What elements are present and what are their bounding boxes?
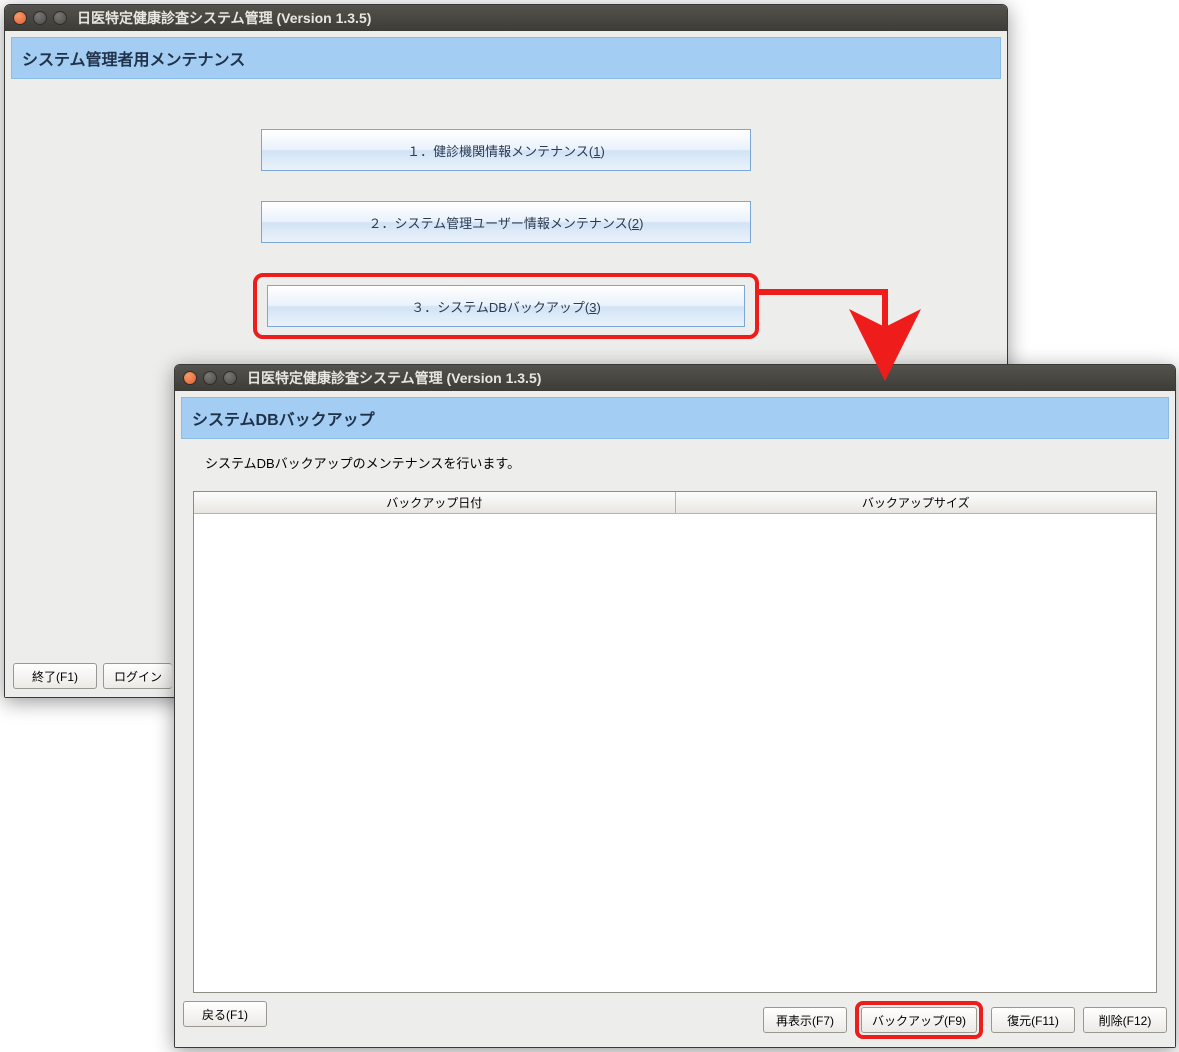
window-title: 日医特定健康診査システム管理 (Version 1.3.5) — [247, 368, 541, 388]
highlight-annotation: バックアップ(F9) — [855, 1001, 983, 1039]
maximize-icon[interactable] — [53, 11, 67, 25]
delete-button[interactable]: 削除(F12) — [1083, 1007, 1167, 1033]
highlight-annotation: ３．システムDBバックアップ(3) — [253, 273, 759, 339]
restore-button[interactable]: 復元(F11) — [991, 1007, 1075, 1033]
window-controls — [183, 371, 237, 385]
menu-button-label: ２．システム管理ユーザー情報メンテナンス(2) — [369, 213, 644, 232]
section-header: システムDBバックアップ — [181, 397, 1169, 439]
label-prefix: ２．システム管理ユーザー情報メンテナンス( — [369, 216, 632, 231]
menu-button-db-backup[interactable]: ３．システムDBバックアップ(3) — [267, 285, 745, 327]
exit-button[interactable]: 終了(F1) — [13, 663, 97, 689]
menu-button-label: １．健診機関情報メンテナンス(1) — [407, 141, 605, 160]
window-db-backup: 日医特定健康診査システム管理 (Version 1.3.5) システムDBバック… — [174, 364, 1176, 1048]
footer-left: 戻る(F1) — [183, 1001, 267, 1039]
label-suffix: ) — [600, 144, 604, 159]
minimize-icon[interactable] — [203, 371, 217, 385]
label-prefix: １．健診機関情報メンテナンス( — [407, 144, 593, 159]
window-body: システムDBバックアップ システムDBバックアップのメンテナンスを行います。 バ… — [175, 391, 1175, 1047]
back-button[interactable]: 戻る(F1) — [183, 1001, 267, 1027]
refresh-button[interactable]: 再表示(F7) — [763, 1007, 847, 1033]
window-title: 日医特定健康診査システム管理 (Version 1.3.5) — [77, 8, 371, 28]
backup-button[interactable]: バックアップ(F9) — [861, 1007, 977, 1033]
footer-right: 再表示(F7) バックアップ(F9) 復元(F11) 削除(F12) — [763, 1001, 1167, 1039]
titlebar[interactable]: 日医特定健康診査システム管理 (Version 1.3.5) — [175, 365, 1175, 391]
label-prefix: ３．システムDBバックアップ( — [411, 300, 589, 315]
window-controls — [13, 11, 67, 25]
close-icon[interactable] — [13, 11, 27, 25]
section-header: システム管理者用メンテナンス — [11, 37, 1001, 79]
menu-button-column: １．健診機関情報メンテナンス(1) ２．システム管理ユーザー情報メンテナンス(2… — [11, 129, 1001, 339]
column-header-date[interactable]: バックアップ日付 — [194, 492, 676, 514]
maximize-icon[interactable] — [223, 371, 237, 385]
description-text: システムDBバックアップのメンテナンスを行います。 — [181, 439, 1169, 476]
titlebar[interactable]: 日医特定健康診査システム管理 (Version 1.3.5) — [5, 5, 1007, 31]
login-button[interactable]: ログイン — [103, 663, 172, 689]
menu-button-org-maintenance[interactable]: １．健診機関情報メンテナンス(1) — [261, 129, 751, 171]
footer-bar: 戻る(F1) 再表示(F7) バックアップ(F9) 復元(F11) 削除(F12… — [183, 1001, 1167, 1039]
label-suffix: ) — [639, 216, 643, 231]
menu-button-label: ３．システムDBバックアップ(3) — [411, 297, 601, 316]
close-icon[interactable] — [183, 371, 197, 385]
table-header-row: バックアップ日付 バックアップサイズ — [194, 492, 1156, 514]
backup-table[interactable]: バックアップ日付 バックアップサイズ — [193, 491, 1157, 993]
column-header-size[interactable]: バックアップサイズ — [676, 492, 1157, 514]
minimize-icon[interactable] — [33, 11, 47, 25]
menu-button-user-maintenance[interactable]: ２．システム管理ユーザー情報メンテナンス(2) — [261, 201, 751, 243]
label-suffix: ) — [596, 300, 600, 315]
